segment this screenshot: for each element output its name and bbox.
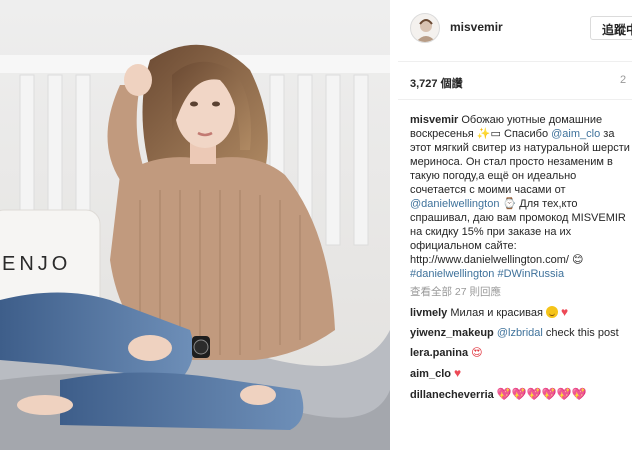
- comment-username[interactable]: lera.panina: [410, 347, 468, 359]
- comment-item: dillanecheverria 💖💖💖💖💖💖: [410, 387, 632, 402]
- photo-illustration: ENJO: [0, 0, 390, 450]
- comment-text: check this post: [542, 327, 619, 339]
- view-all-comments-link[interactable]: 查看全部 27 則回應: [410, 285, 632, 299]
- post-caption: misvemir Обожаю уютные домашние воскресе…: [410, 113, 632, 281]
- comment-item: livmely Милая и красивая ♥: [410, 305, 632, 320]
- book-icon: ▭: [490, 128, 501, 140]
- comment-username[interactable]: yiwenz_makeup: [410, 327, 494, 339]
- comment-item: lera.panina 😍: [410, 346, 632, 360]
- likes-row: 3,727 個讚 2: [398, 62, 632, 100]
- post-sidebar: misvemir 追蹤中 3,727 個讚 2 misvemir Обожаю …: [398, 0, 632, 450]
- pillow-text: ENJO: [2, 253, 71, 275]
- time-ago[interactable]: 2: [620, 74, 626, 86]
- heart-eyes-emoji-icon: 😍: [471, 347, 483, 359]
- comment-username[interactable]: dillanecheverria: [410, 389, 494, 401]
- comment-text: Милая и красивая: [447, 307, 546, 319]
- caption-mention-aim-clo[interactable]: @aim_clo: [551, 128, 600, 140]
- post-header: misvemir 追蹤中: [398, 0, 632, 62]
- heart-icon: 💖💖💖💖💖💖: [496, 387, 587, 401]
- hashtag-danielwellington[interactable]: #danielwellington: [410, 268, 494, 280]
- caption-text-2: Спасибо: [500, 128, 552, 140]
- comment-username[interactable]: livmely: [410, 307, 447, 319]
- smile-emoji-icon: [545, 306, 558, 318]
- comment-mention[interactable]: @lzbridal: [497, 327, 543, 339]
- smiling-emoji-icon: 😊: [572, 254, 584, 266]
- sparkles-icon: ✨: [476, 128, 491, 140]
- header-username[interactable]: misvemir: [450, 20, 503, 34]
- heart-icon: ♥: [561, 305, 569, 319]
- heart-icon: ♥: [454, 366, 462, 380]
- comment-item: yiwenz_makeup @lzbridal check this post: [410, 326, 632, 340]
- avatar[interactable]: [410, 13, 440, 43]
- post-photo[interactable]: ENJO: [0, 0, 390, 450]
- comment-username[interactable]: aim_clo: [410, 368, 451, 380]
- caption-username[interactable]: misvemir: [410, 114, 458, 126]
- likes-count[interactable]: 3,727 個讚: [410, 75, 463, 91]
- following-button[interactable]: 追蹤中: [590, 16, 632, 40]
- watch-icon: ⌚: [502, 198, 517, 210]
- comments-section: misvemir Обожаю уютные домашние воскресе…: [410, 113, 632, 402]
- hashtag-dwinrussia[interactable]: #DWinRussia: [497, 268, 564, 280]
- caption-mention-danielwellington[interactable]: @danielwellington: [410, 198, 499, 210]
- avatar-icon: [416, 19, 436, 42]
- comment-item: aim_clo ♥: [410, 366, 632, 381]
